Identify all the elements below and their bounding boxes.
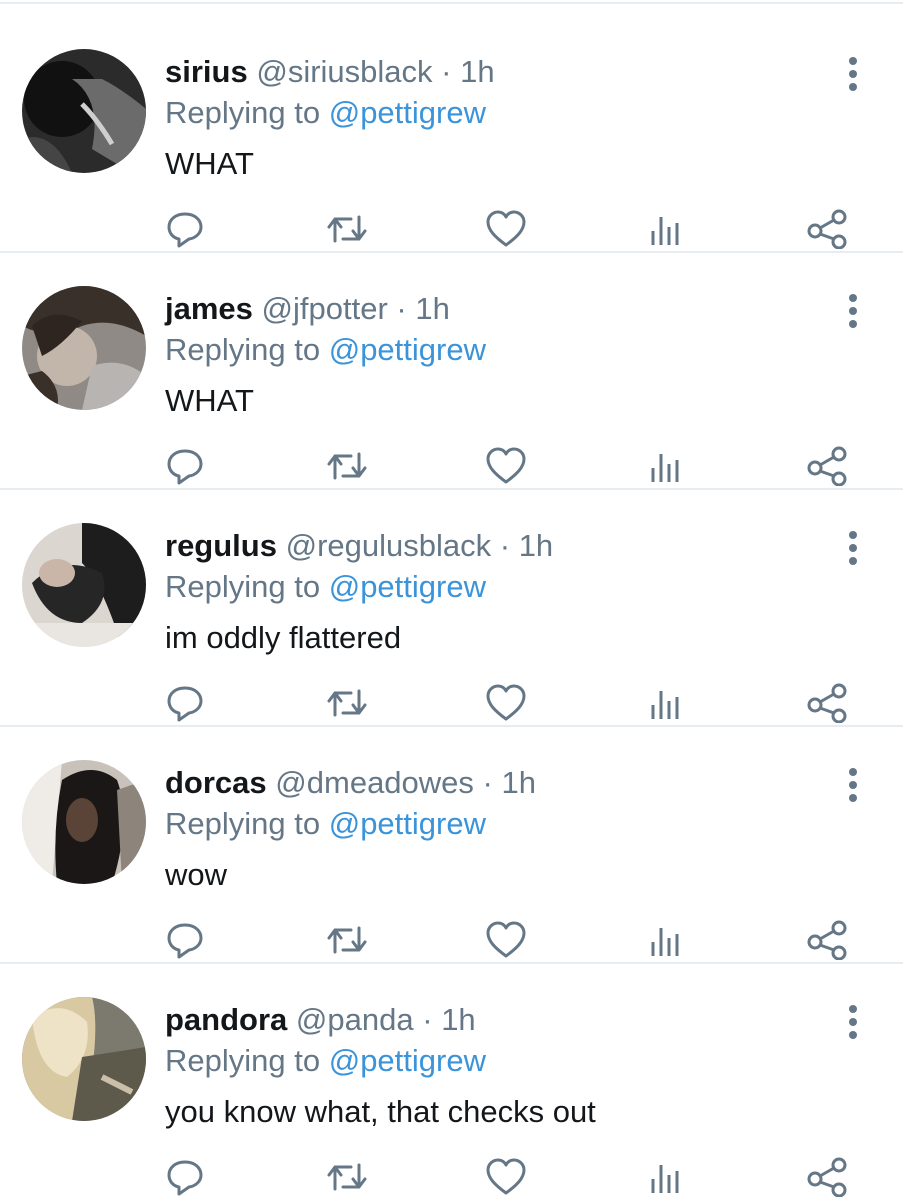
separator-dot: · <box>396 291 407 326</box>
reply-to-link[interactable]: @pettigrew <box>329 1043 486 1078</box>
avatar[interactable] <box>22 997 146 1121</box>
more-options-icon[interactable] <box>838 767 868 803</box>
retweet-icon[interactable] <box>322 680 372 726</box>
action-bar <box>0 443 903 489</box>
avatar[interactable] <box>22 49 146 173</box>
replying-label: Replying to <box>165 95 321 130</box>
replying-label: Replying to <box>165 332 321 367</box>
reply-to-link[interactable]: @pettigrew <box>329 332 486 367</box>
reply-feed: sirius @siriusblack · 1h Replying to @pe… <box>0 0 903 1200</box>
share-icon[interactable] <box>802 1154 852 1200</box>
user-handle[interactable]: @regulusblack <box>286 528 492 563</box>
avatar[interactable] <box>22 760 146 884</box>
share-icon[interactable] <box>802 206 852 252</box>
tweet-header: sirius @siriusblack · 1h <box>165 52 495 92</box>
tweet[interactable]: pandora @panda · 1h Replying to @pettigr… <box>0 964 903 1201</box>
retweet-icon[interactable] <box>322 206 372 252</box>
more-options-icon[interactable] <box>838 1004 868 1040</box>
action-bar <box>0 206 903 252</box>
tweet-text: WHAT <box>165 146 254 181</box>
avatar[interactable] <box>22 523 146 647</box>
tweet-text: wow <box>165 857 228 892</box>
share-icon[interactable] <box>802 443 852 489</box>
retweet-icon[interactable] <box>322 443 372 489</box>
analytics-icon[interactable] <box>641 917 691 963</box>
separator-dot: · <box>422 1002 433 1037</box>
tweet-text: WHAT <box>165 383 254 418</box>
reply-to-link[interactable]: @pettigrew <box>329 569 486 604</box>
timestamp[interactable]: 1h <box>415 291 449 326</box>
display-name[interactable]: dorcas <box>165 765 267 800</box>
tweet[interactable]: regulus @regulusblack · 1h Replying to @… <box>0 490 903 727</box>
replying-label: Replying to <box>165 569 321 604</box>
reply-icon[interactable] <box>160 917 210 963</box>
timestamp[interactable]: 1h <box>460 54 494 89</box>
display-name[interactable]: regulus <box>165 528 277 563</box>
tweet-header: regulus @regulusblack · 1h <box>165 526 553 566</box>
reply-to-link[interactable]: @pettigrew <box>329 95 486 130</box>
timestamp[interactable]: 1h <box>502 765 536 800</box>
tweet-text: im oddly flattered <box>165 620 402 655</box>
like-icon[interactable] <box>481 917 531 963</box>
tweet-header: james @jfpotter · 1h <box>165 289 450 329</box>
user-handle[interactable]: @dmeadowes <box>275 765 474 800</box>
action-bar <box>0 917 903 963</box>
analytics-icon[interactable] <box>641 443 691 489</box>
separator-dot: · <box>482 765 493 800</box>
action-bar <box>0 680 903 726</box>
more-options-icon[interactable] <box>838 530 868 566</box>
replying-label: Replying to <box>165 1043 321 1078</box>
tweet-text: you know what, that checks out <box>165 1094 596 1129</box>
like-icon[interactable] <box>481 206 531 252</box>
action-bar <box>0 1154 903 1200</box>
reply-context: Replying to @pettigrew <box>165 330 486 370</box>
like-icon[interactable] <box>481 443 531 489</box>
display-name[interactable]: sirius <box>165 54 248 89</box>
share-icon[interactable] <box>802 917 852 963</box>
avatar[interactable] <box>22 286 146 410</box>
tweet[interactable]: james @jfpotter · 1h Replying to @pettig… <box>0 253 903 490</box>
user-handle[interactable]: @panda <box>296 1002 414 1037</box>
separator-dot: · <box>441 54 452 89</box>
analytics-icon[interactable] <box>641 206 691 252</box>
user-handle[interactable]: @jfpotter <box>262 291 388 326</box>
timestamp[interactable]: 1h <box>441 1002 475 1037</box>
like-icon[interactable] <box>481 680 531 726</box>
retweet-icon[interactable] <box>322 1154 372 1200</box>
more-options-icon[interactable] <box>838 293 868 329</box>
reply-context: Replying to @pettigrew <box>165 804 486 844</box>
display-name[interactable]: james <box>165 291 253 326</box>
like-icon[interactable] <box>481 1154 531 1200</box>
reply-context: Replying to @pettigrew <box>165 93 486 133</box>
tweet-header: pandora @panda · 1h <box>165 1000 476 1040</box>
retweet-icon[interactable] <box>322 917 372 963</box>
more-options-icon[interactable] <box>838 56 868 92</box>
tweet[interactable]: dorcas @dmeadowes · 1h Replying to @pett… <box>0 727 903 964</box>
timestamp[interactable]: 1h <box>519 528 553 563</box>
display-name[interactable]: pandora <box>165 1002 287 1037</box>
tweet[interactable]: sirius @siriusblack · 1h Replying to @pe… <box>0 16 903 253</box>
reply-context: Replying to @pettigrew <box>165 567 486 607</box>
tweet-header: dorcas @dmeadowes · 1h <box>165 763 536 803</box>
reply-icon[interactable] <box>160 1154 210 1200</box>
user-handle[interactable]: @siriusblack <box>256 54 432 89</box>
reply-to-link[interactable]: @pettigrew <box>329 806 486 841</box>
separator-dot: · <box>499 528 511 563</box>
analytics-icon[interactable] <box>641 680 691 726</box>
reply-context: Replying to @pettigrew <box>165 1041 486 1081</box>
reply-icon[interactable] <box>160 443 210 489</box>
analytics-icon[interactable] <box>641 1154 691 1200</box>
replying-label: Replying to <box>165 806 321 841</box>
reply-icon[interactable] <box>160 206 210 252</box>
divider <box>0 2 903 4</box>
reply-icon[interactable] <box>160 680 210 726</box>
share-icon[interactable] <box>802 680 852 726</box>
